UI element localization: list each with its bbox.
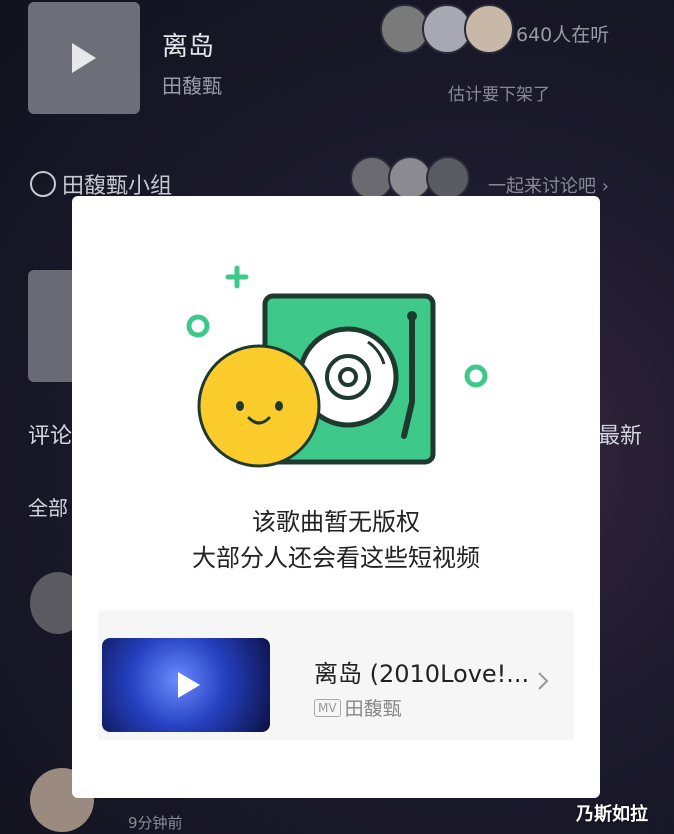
song-artist[interactable]: 田馥甄 <box>162 70 222 99</box>
song-title: 离岛 <box>162 32 215 62</box>
video-artist: 田馥甄 <box>344 698 402 720</box>
listener-avatars[interactable] <box>380 4 514 54</box>
ring-icon <box>186 314 210 338</box>
dialog-subtitle: 大部分人还会看这些短视频 <box>192 544 480 572</box>
group-avatars <box>350 156 470 200</box>
avatar <box>464 4 514 54</box>
chat-icon <box>30 171 56 197</box>
video-card[interactable]: 离岛 (2010Love!... MV 田馥甄 <box>98 610 574 740</box>
play-icon <box>72 43 96 73</box>
video-title: 离岛 (2010Love!... <box>314 660 530 688</box>
album-cover[interactable] <box>28 2 140 114</box>
watermark: 乃斯如拉 <box>576 804 648 825</box>
all-comments-label: 全部 <box>28 496 68 520</box>
video-thumbnail[interactable] <box>102 638 270 732</box>
listener-count[interactable]: 640人在听 <box>516 20 609 47</box>
discuss-link[interactable]: 一起来讨论吧 › <box>488 172 609 198</box>
smiley-icon <box>197 344 321 468</box>
ring-icon <box>464 364 488 388</box>
sort-newest[interactable]: 最新 <box>598 418 642 450</box>
illustration <box>186 265 488 468</box>
comment-hint: 估计要下架了 <box>448 85 550 105</box>
mv-badge: MV <box>314 698 341 717</box>
discuss-text: 一起来讨论吧 <box>488 176 596 197</box>
video-meta: MV 田馥甄 <box>314 694 402 721</box>
avatar <box>426 156 470 200</box>
plus-icon <box>225 265 249 289</box>
chevron-right-icon[interactable] <box>536 670 550 692</box>
dialog-title: 该歌曲暂无版权 <box>252 508 420 536</box>
comments-tab[interactable]: 评论 <box>28 418 72 450</box>
no-copyright-dialog: 该歌曲暂无版权 大部分人还会看这些短视频 离岛 (2010Love!... MV… <box>72 196 600 798</box>
play-icon <box>178 672 200 698</box>
comment-time: 9分钟前 <box>128 814 183 832</box>
